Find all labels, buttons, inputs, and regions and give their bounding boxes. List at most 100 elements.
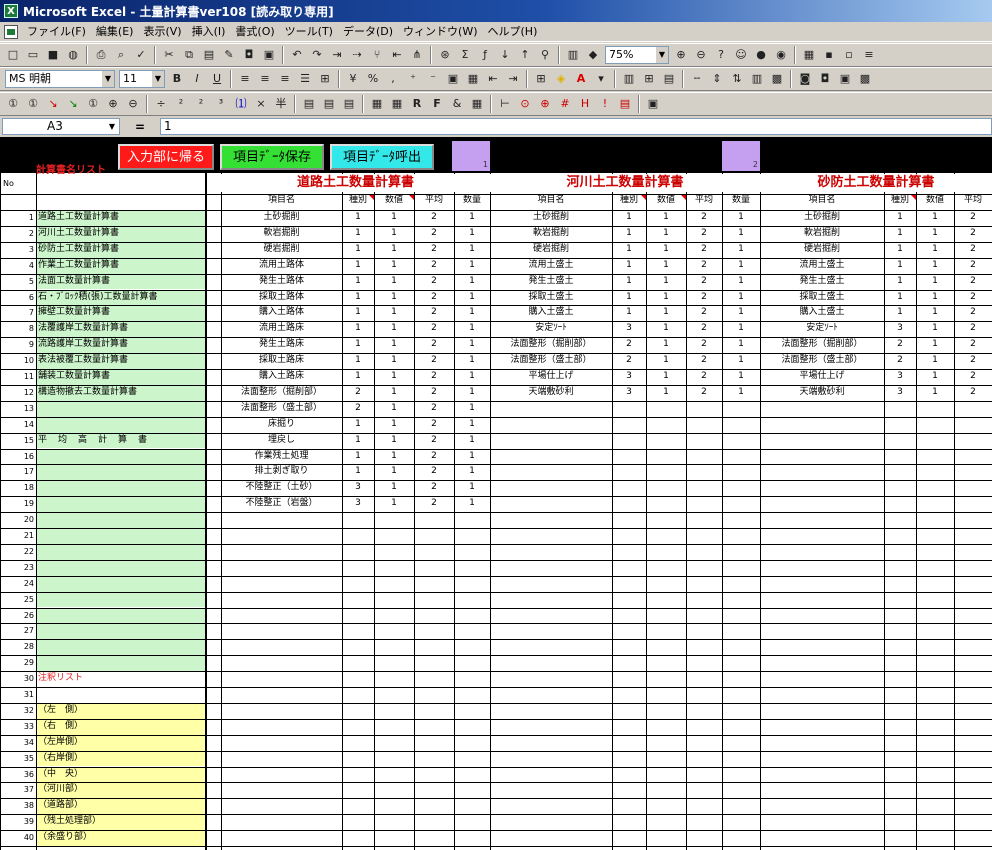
value-cell[interactable]: 3: [884, 321, 916, 337]
value-cell[interactable]: 2: [414, 274, 454, 290]
value-cell[interactable]: 1: [722, 290, 760, 306]
frame-icon[interactable]: ▩: [768, 70, 786, 88]
sheet-name-cell[interactable]: [36, 464, 205, 481]
sheet-name-cell[interactable]: 注釈リスト: [36, 671, 205, 687]
item-name-cell[interactable]: 土砂掘削: [760, 210, 884, 226]
value-cell[interactable]: 1: [342, 321, 374, 337]
sheet-name-cell[interactable]: [36, 623, 205, 640]
item-name-cell[interactable]: 購入土盛土: [490, 305, 612, 321]
value-cell[interactable]: 1: [722, 305, 760, 321]
value-cell[interactable]: 1: [884, 274, 916, 290]
value-cell[interactable]: 1: [612, 274, 646, 290]
chart-wizard-icon[interactable]: ▥: [564, 46, 582, 64]
circled-one-icon[interactable]: ⑴: [232, 95, 250, 113]
value-cell[interactable]: 1: [722, 385, 760, 401]
window-2-icon[interactable]: ◘: [816, 70, 834, 88]
diagonal-2-icon[interactable]: ↘: [64, 95, 82, 113]
exclaim-icon[interactable]: !: [596, 95, 614, 113]
value-cell[interactable]: 1: [454, 353, 490, 369]
times-icon[interactable]: ×: [252, 95, 270, 113]
item-name-cell[interactable]: 安定ｿｰﾄ: [490, 321, 612, 337]
value-cell[interactable]: 1: [612, 210, 646, 226]
menu-data[interactable]: データ(D): [338, 23, 398, 41]
value-cell[interactable]: 3: [612, 321, 646, 337]
value-cell[interactable]: 2: [954, 226, 992, 242]
column-icon[interactable]: ▥: [748, 70, 766, 88]
item-name-cell[interactable]: 法面整形（盛土部）: [221, 401, 342, 417]
hyperlink-icon[interactable]: ⊛: [436, 46, 454, 64]
value-cell[interactable]: 2: [686, 226, 722, 242]
item-name-cell[interactable]: 流用土盛土: [490, 258, 612, 274]
decrease-indent-icon[interactable]: ⇤: [484, 70, 502, 88]
value-cell[interactable]: 1: [646, 258, 686, 274]
value-cell[interactable]: 2: [954, 290, 992, 306]
align-left-icon[interactable]: ≡: [236, 70, 254, 88]
borders-icon[interactable]: ⊞: [532, 70, 550, 88]
item-name-cell[interactable]: 土砂掘削: [490, 210, 612, 226]
value-cell[interactable]: 1: [884, 242, 916, 258]
item-name-cell[interactable]: 軟岩掘削: [490, 226, 612, 242]
value-cell[interactable]: 1: [612, 305, 646, 321]
value-cell[interactable]: 3: [612, 385, 646, 401]
cut-icon[interactable]: ✂: [160, 46, 178, 64]
workbook-icon[interactable]: [4, 24, 18, 39]
value-cell[interactable]: 2: [686, 337, 722, 353]
value-cell[interactable]: 2: [954, 242, 992, 258]
sort-asc-icon[interactable]: ↓: [496, 46, 514, 64]
autosum-icon[interactable]: Σ: [456, 46, 474, 64]
cell-size-2-icon[interactable]: ▫: [840, 46, 858, 64]
sheet-name-cell[interactable]: 法覆護岸工数量計算書: [36, 321, 205, 338]
value-cell[interactable]: 2: [686, 290, 722, 306]
value-cell[interactable]: 2: [686, 369, 722, 385]
spelling-icon[interactable]: ✓: [132, 46, 150, 64]
item-name-cell[interactable]: 平場仕上げ: [760, 369, 884, 385]
window-3-icon[interactable]: ▣: [836, 70, 854, 88]
item-name-cell[interactable]: 法面整形（掘削部）: [221, 385, 342, 401]
value-cell[interactable]: 2: [414, 369, 454, 385]
print-icon[interactable]: ⎙: [92, 46, 110, 64]
value-cell[interactable]: 2: [342, 401, 374, 417]
menu-format[interactable]: 書式(O): [230, 23, 279, 41]
value-cell[interactable]: 2: [954, 353, 992, 369]
sheet-name-cell[interactable]: 河川土工数量計算書: [36, 225, 205, 242]
value-cell[interactable]: 2: [612, 337, 646, 353]
sheet-name-cell[interactable]: [36, 480, 205, 497]
value-cell[interactable]: 1: [374, 401, 414, 417]
value-cell[interactable]: 1: [612, 258, 646, 274]
calc-3-icon[interactable]: ▦: [468, 95, 486, 113]
value-cell[interactable]: 2: [954, 321, 992, 337]
hash-icon[interactable]: #: [556, 95, 574, 113]
return-to-input-button[interactable]: 入力部に帰る: [118, 144, 214, 170]
record-icon[interactable]: ◉: [772, 46, 790, 64]
value-cell[interactable]: 1: [646, 242, 686, 258]
find-icon[interactable]: ⚲: [536, 46, 554, 64]
zoom-select[interactable]: 75% ▼: [605, 46, 669, 64]
increase-decimal-icon[interactable]: ⁺: [404, 70, 422, 88]
value-cell[interactable]: 1: [454, 496, 490, 512]
value-cell[interactable]: 2: [342, 385, 374, 401]
save-item-data-button[interactable]: 項目ﾃﾞｰﾀ保存: [220, 144, 324, 170]
value-cell[interactable]: 1: [916, 242, 954, 258]
value-cell[interactable]: 1: [884, 258, 916, 274]
decrease-decimal-icon[interactable]: ⁻: [424, 70, 442, 88]
cube-icon[interactable]: ³: [212, 95, 230, 113]
value-cell[interactable]: 1: [342, 337, 374, 353]
value-cell[interactable]: 1: [722, 274, 760, 290]
menu-help[interactable]: ヘルプ(H): [483, 23, 543, 41]
item-name-cell[interactable]: 埋戻し: [221, 433, 342, 449]
value-cell[interactable]: 1: [342, 433, 374, 449]
value-cell[interactable]: 3: [884, 385, 916, 401]
value-cell[interactable]: 2: [414, 496, 454, 512]
value-cell[interactable]: 1: [916, 321, 954, 337]
item-name-cell[interactable]: 流用土路体: [221, 258, 342, 274]
value-cell[interactable]: 1: [342, 353, 374, 369]
value-cell[interactable]: 1: [612, 242, 646, 258]
sheet-name-cell[interactable]: （中 央）: [36, 766, 205, 783]
worksheet[interactable]: 計算書名リスト 入力部に帰る 項目ﾃﾞｰﾀ保存 項目ﾃﾞｰﾀ呼出 1 2 No …: [0, 137, 992, 850]
value-cell[interactable]: 1: [646, 337, 686, 353]
value-cell[interactable]: 2: [686, 258, 722, 274]
value-cell[interactable]: 1: [374, 210, 414, 226]
value-cell[interactable]: 1: [916, 274, 954, 290]
value-cell[interactable]: 2: [414, 242, 454, 258]
value-cell[interactable]: 1: [374, 353, 414, 369]
